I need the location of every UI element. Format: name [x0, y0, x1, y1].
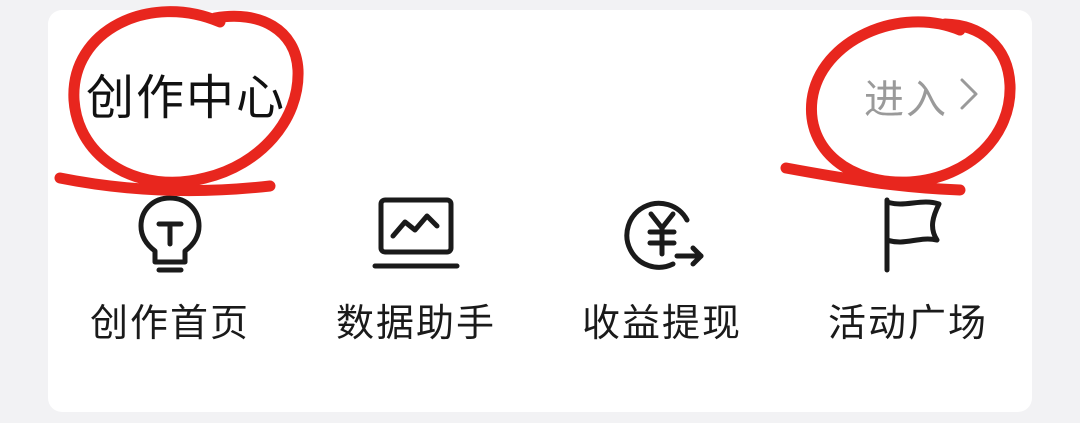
entry-label: 创作首页: [89, 301, 250, 345]
enter-label: 进入: [864, 77, 948, 123]
page-title: 创作中心: [86, 70, 287, 126]
lightbulb-icon: [125, 190, 215, 280]
entry-data-assistant[interactable]: 数据助手: [316, 190, 516, 350]
yuan-withdraw-icon: [617, 190, 707, 280]
entry-activity-square[interactable]: 活动广场: [808, 190, 1008, 350]
chevron-right-icon: [958, 76, 980, 116]
enter-link[interactable]: 进入: [864, 70, 980, 123]
entry-label: 收益提现: [581, 301, 742, 345]
flag-icon: [863, 190, 953, 280]
chart-monitor-icon: [371, 190, 461, 280]
entry-label: 数据助手: [335, 301, 496, 345]
entry-label: 活动广场: [827, 301, 988, 345]
entry-earnings-withdraw[interactable]: 收益提现: [562, 190, 762, 350]
entry-creation-home[interactable]: 创作首页: [70, 190, 270, 350]
